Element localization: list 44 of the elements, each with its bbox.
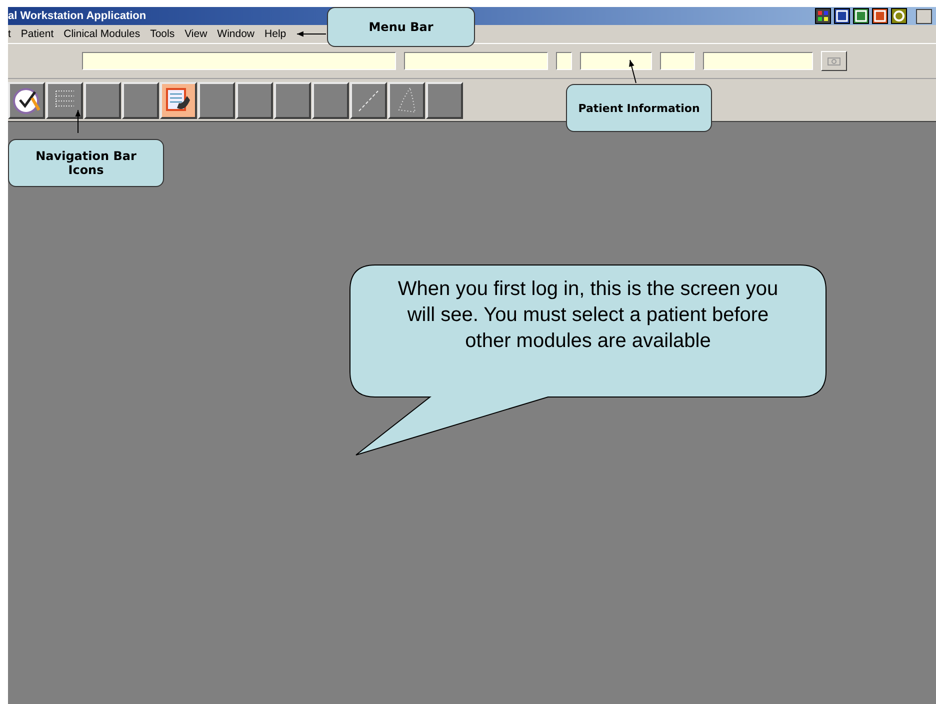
document-icon[interactable] <box>834 8 850 24</box>
nav-button[interactable] <box>46 82 83 118</box>
nav-button[interactable] <box>388 82 425 118</box>
nav-button[interactable] <box>198 82 235 118</box>
clock-icon[interactable] <box>891 8 907 24</box>
menu-item[interactable]: View <box>180 28 212 40</box>
minimize-button[interactable] <box>916 8 932 24</box>
bubble-text: When you first log in, this is the screen you will see. You must select a patient before other modules are available <box>396 277 780 354</box>
menu-item[interactable]: t <box>8 28 16 40</box>
menu-item[interactable]: Help <box>260 28 292 40</box>
patient-field[interactable] <box>82 52 396 70</box>
nav-button[interactable] <box>84 82 121 118</box>
window-title: al Workstation Application <box>8 10 148 22</box>
menu-item[interactable]: Window <box>212 28 260 40</box>
pointer-arrow <box>296 31 326 37</box>
nav-button[interactable] <box>350 82 387 118</box>
patient-field[interactable] <box>404 52 548 70</box>
patient-field[interactable] <box>580 52 652 70</box>
nav-button[interactable] <box>160 82 197 118</box>
grid-icon[interactable] <box>815 8 831 24</box>
clock-icon <box>12 86 41 114</box>
camera-button[interactable] <box>821 51 847 71</box>
pointer-arrow <box>75 110 81 134</box>
patient-field[interactable] <box>703 52 813 70</box>
menu-item[interactable]: Patient <box>16 28 59 40</box>
nav-button[interactable] <box>312 82 349 118</box>
nav-button[interactable] <box>236 82 273 118</box>
nav-button[interactable] <box>274 82 311 118</box>
nav-button[interactable] <box>122 82 159 118</box>
camera-icon <box>827 56 841 66</box>
notes-phone-icon <box>164 86 192 114</box>
menu-item[interactable]: Clinical Modules <box>58 28 146 40</box>
menu-item[interactable]: Tools <box>145 28 180 40</box>
pointer-arrow <box>629 60 636 84</box>
slides-icon[interactable] <box>872 8 888 24</box>
flask-icon <box>396 86 418 114</box>
spreadsheet-icon[interactable] <box>853 8 869 24</box>
callout-label: Menu Bar <box>327 7 475 47</box>
patient-field[interactable] <box>660 52 695 70</box>
callout-label: Patient Information <box>566 84 712 132</box>
callout-label: Navigation Bar Icons <box>8 139 164 187</box>
nav-button[interactable] <box>8 82 45 118</box>
nav-button[interactable] <box>426 82 463 118</box>
patient-field[interactable] <box>556 52 572 70</box>
